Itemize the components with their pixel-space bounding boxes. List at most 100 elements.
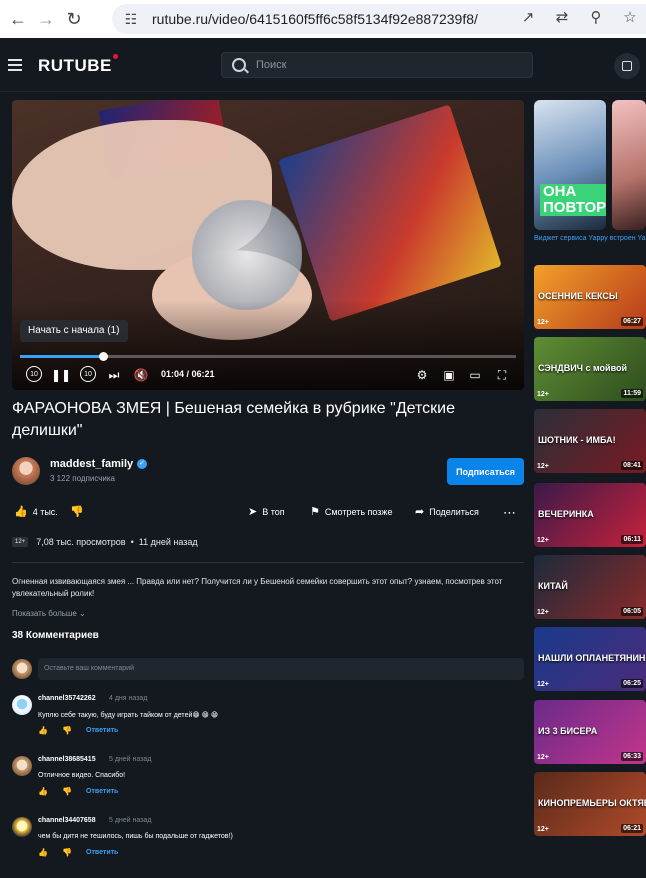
zoom-icon[interactable]: ⚲ xyxy=(586,8,606,26)
age-rating-badge: 12+ xyxy=(537,609,549,616)
verified-badge-icon: ✓ xyxy=(137,459,147,469)
video-duration: 06:27 xyxy=(621,317,643,326)
age-rating-badge: 12+ xyxy=(537,391,549,398)
rewind-label: 10 xyxy=(30,370,38,378)
search-input[interactable]: Поиск xyxy=(256,59,286,71)
comment-author[interactable]: channel34407658 xyxy=(38,817,96,824)
comment-item: channel35742262 4 дня назад Куплю себе т… xyxy=(12,693,524,743)
video-frame-box xyxy=(278,104,502,322)
dot-separator: • xyxy=(130,537,134,547)
site-header: RUTUBE Поиск xyxy=(0,38,646,92)
thumbnail-caption: КИТАЙ xyxy=(538,581,568,591)
forward-arrow-icon[interactable]: → xyxy=(32,5,60,33)
video-title: ФАРАОНОВА ЗМЕЯ | Бешеная семейка в рубри… xyxy=(12,400,456,439)
search-icon xyxy=(232,58,246,72)
comment-author[interactable]: channel38685415 xyxy=(38,756,96,763)
forward-10-icon[interactable]: 10 xyxy=(80,366,96,382)
theater-mode-icon[interactable]: ▭ xyxy=(468,366,482,384)
comment-text: Отличное видео. Спасибо! xyxy=(38,772,126,779)
player-controls: 10 ❚❚ 10 ⏭ 🔇 01:04 / 06:21 ⚙ ▣ ▭ ⛶ xyxy=(12,364,524,386)
thumbnail-caption: СЭНДВИЧ с мойвой xyxy=(538,363,628,373)
comment-author[interactable]: channel35742262 xyxy=(38,695,96,702)
site-settings-icon[interactable]: ☷ xyxy=(118,11,144,28)
reply-button[interactable]: Ответить xyxy=(86,727,118,734)
open-in-app-icon[interactable]: ↗ xyxy=(518,8,538,26)
recommendations-rail: ОНА ПОВТОРИЛА Виджет сервиса Yappy встро… xyxy=(534,100,646,878)
upload-icon[interactable] xyxy=(614,53,640,79)
channel-avatar[interactable] xyxy=(12,457,40,485)
next-icon[interactable]: ⏭ xyxy=(107,366,121,384)
recommended-video-card[interactable]: СЭНДВИЧ с мойвой 12+ 11:59 xyxy=(534,337,646,401)
view-count: 7,08 тыс. просмотров xyxy=(36,537,126,547)
comment-input[interactable]: Оставьте ваш комментарий xyxy=(38,658,524,680)
dislike-icon[interactable]: 👎 xyxy=(62,726,86,735)
mute-icon[interactable]: 🔇 xyxy=(132,366,150,384)
rutube-logo[interactable]: RUTUBE xyxy=(38,54,118,76)
search-box[interactable]: Поиск xyxy=(221,52,533,78)
recommended-video-card[interactable]: НАШЛИ ОПЛАНЕТЯНИНА 12+ 06:25 xyxy=(534,627,646,691)
logo-dot xyxy=(112,54,118,59)
dislike-icon[interactable]: 👎 xyxy=(62,848,86,857)
watch-later-label: Смотреть позже xyxy=(324,506,393,517)
comment-actions: 👍 👎 Ответить xyxy=(38,787,118,796)
thumbnail-caption: ОСЕННИЕ КЕКСЫ xyxy=(538,291,618,301)
comment-text: чем бы дитя не тешилось, пишь бы подальш… xyxy=(38,833,233,840)
thumbnail-caption: ШОТНИК - ИМБА! xyxy=(538,435,616,445)
recommended-video-card[interactable]: ВЕЧЕРИНКА 12+ 06:11 xyxy=(534,483,646,547)
share-button[interactable]: ➦ Поделиться xyxy=(415,505,479,518)
back-arrow-icon[interactable]: ← xyxy=(4,5,32,33)
dislike-icon[interactable]: 👎 xyxy=(62,787,86,796)
show-more-label: Показать больше xyxy=(12,609,77,618)
like-button[interactable]: 👍 4 тыс. xyxy=(14,505,58,518)
translate-icon[interactable]: ⇄ xyxy=(552,8,572,26)
user-avatar xyxy=(12,659,32,679)
reply-button[interactable]: Ответить xyxy=(86,788,118,795)
age-rating-badge: 12+ xyxy=(537,537,549,544)
like-icon[interactable]: 👍 xyxy=(38,848,62,857)
thumbnail-caption: ИЗ 3 БИСЕРА xyxy=(538,726,598,736)
recommended-video-card[interactable]: ИЗ 3 БИСЕРА 12+ 06:33 xyxy=(534,700,646,764)
age-rating-badge: 12+ xyxy=(12,537,29,547)
more-options-icon[interactable]: ⋯ xyxy=(503,505,516,521)
yappy-short-card[interactable]: ОНА ПОВТОРИЛА xyxy=(534,100,606,230)
thumbnail-caption: ВЕЧЕРИНКА xyxy=(538,509,594,519)
reply-button[interactable]: Ответить xyxy=(86,849,118,856)
fullscreen-icon[interactable]: ⛶ xyxy=(495,366,509,384)
view-info: 12+ 7,08 тыс. просмотров • 11 дней назад xyxy=(12,537,198,547)
rewind-10-icon[interactable]: 10 xyxy=(26,366,42,382)
miniplayer-icon[interactable]: ▣ xyxy=(442,366,456,384)
recommended-video-card[interactable]: КИТАЙ 12+ 06:05 xyxy=(534,555,646,619)
yappy-widget-label[interactable]: Виджет сервиса Yappy встроен Yappy xyxy=(534,234,646,244)
video-duration: 06:21 xyxy=(621,824,643,833)
settings-gear-icon[interactable]: ⚙ xyxy=(415,366,429,384)
comment-actions: 👍 👎 Ответить xyxy=(38,726,118,735)
channel-name[interactable]: maddest_family xyxy=(50,458,133,470)
watch-later-button[interactable]: ⚑ Смотреть позже xyxy=(310,505,392,518)
video-description: Огненная извивающаяся змея ... Правда ил… xyxy=(12,577,503,598)
short-caption: ОНА ПОВТОРИЛА xyxy=(540,184,606,216)
thumbs-down-icon: 👎 xyxy=(70,506,84,518)
top-button[interactable]: ➤ В топ xyxy=(248,505,285,518)
recommended-video-card[interactable]: ОСЕННИЕ КЕКСЫ 12+ 06:27 xyxy=(534,265,646,329)
subscribe-button[interactable]: Подписаться xyxy=(447,458,524,485)
dislike-button[interactable]: 👎 xyxy=(70,505,84,518)
forward-label: 10 xyxy=(84,370,92,378)
like-icon[interactable]: 👍 xyxy=(38,726,62,735)
share-label: Поделиться xyxy=(429,506,479,517)
commenter-avatar xyxy=(12,817,32,837)
recommended-video-card[interactable]: КИНОПРЕМЬЕРЫ ОКТЯБРЯ 2 12+ 06:21 xyxy=(534,772,646,836)
menu-icon[interactable] xyxy=(8,59,22,71)
top-label: В топ xyxy=(262,506,285,517)
show-more-link[interactable]: Показать больше ⌄ xyxy=(12,609,86,618)
address-bar[interactable]: ☷ rutube.ru/video/6415160f5ff6c58f5134f9… xyxy=(112,4,646,34)
yappy-short-card[interactable] xyxy=(612,100,646,230)
bookmark-star-icon[interactable]: ☆ xyxy=(620,8,640,26)
pause-icon[interactable]: ❚❚ xyxy=(51,366,71,384)
reload-icon[interactable]: ↻ xyxy=(60,5,88,33)
video-player[interactable]: Начать с начала (1) 10 ❚❚ 10 ⏭ 🔇 01:04 /… xyxy=(12,100,524,390)
subscriber-count: 3 122 подписчика xyxy=(50,474,115,483)
like-icon[interactable]: 👍 xyxy=(38,787,62,796)
time-display: 01:04 / 06:21 xyxy=(161,369,215,379)
recommended-video-card[interactable]: ШОТНИК - ИМБА! 12+ 08:41 xyxy=(534,409,646,473)
progress-bar[interactable] xyxy=(20,352,516,361)
